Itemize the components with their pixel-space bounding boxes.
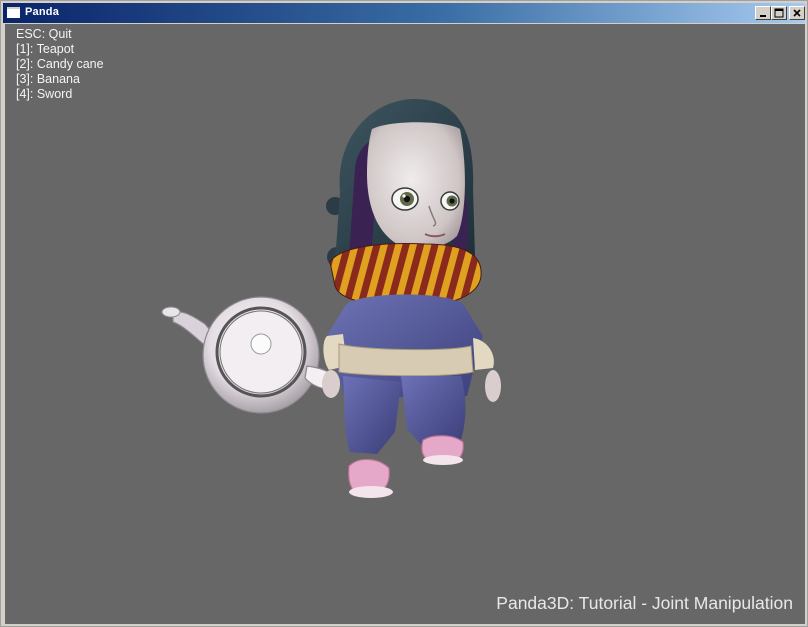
maximize-icon bbox=[774, 8, 784, 18]
window-title: Panda bbox=[25, 6, 60, 18]
character-model bbox=[322, 99, 501, 498]
close-button[interactable] bbox=[789, 6, 805, 20]
title-bar[interactable]: Panda bbox=[3, 3, 805, 23]
scene-3d bbox=[161, 99, 501, 498]
render-viewport[interactable]: ESC: Quit [1]: Teapot [2]: Candy cane [3… bbox=[5, 24, 805, 624]
minimize-button[interactable] bbox=[755, 6, 771, 20]
teapot-model bbox=[161, 296, 338, 414]
close-icon bbox=[793, 9, 801, 17]
tutorial-caption: Panda3D: Tutorial - Joint Manipulation bbox=[496, 593, 793, 613]
maximize-button[interactable] bbox=[771, 6, 787, 20]
app-window: Panda ESC: Quit [1]: Teapot [2]: Candy c… bbox=[0, 0, 808, 627]
minimize-icon bbox=[760, 15, 766, 17]
window-icon bbox=[7, 7, 20, 18]
